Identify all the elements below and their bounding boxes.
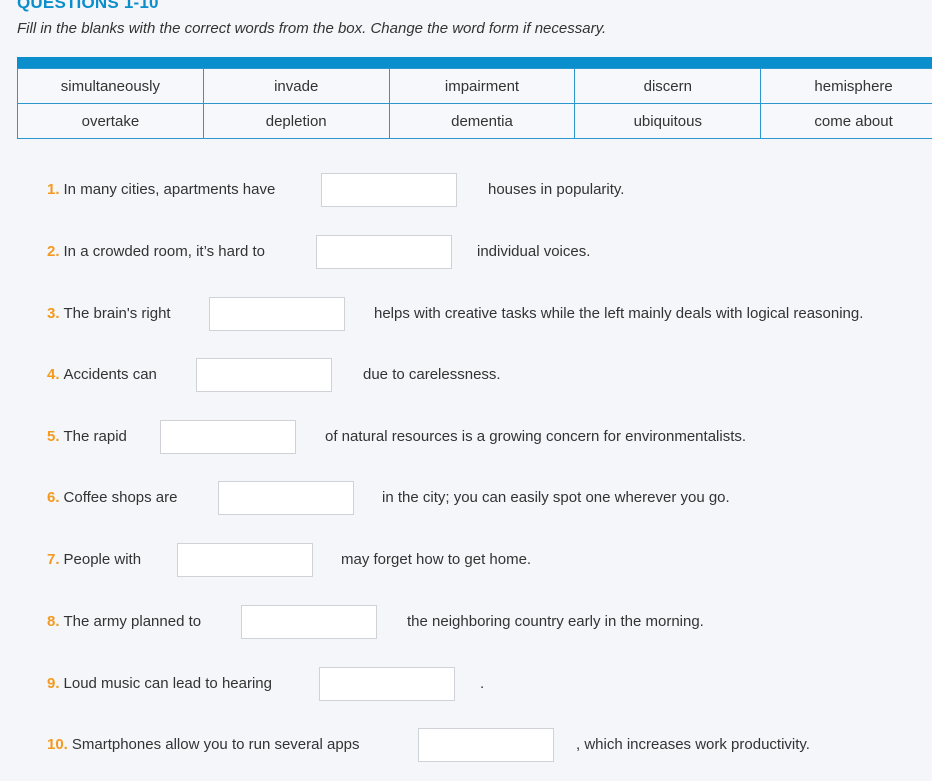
question-text-after: helps with creative tasks while the left… [374, 304, 864, 322]
question-number: 4. [47, 365, 60, 383]
question-number: 7. [47, 550, 60, 568]
question-text-after: individual voices. [477, 242, 591, 260]
word-cell: depletion [202, 103, 390, 139]
question-number: 3. [47, 304, 60, 322]
section-title: QUESTIONS 1-10 [17, 0, 159, 12]
answer-input-10[interactable] [418, 728, 554, 762]
question-text-before: Coffee shops are [63, 488, 178, 506]
question-5: 5. The rapid [47, 420, 127, 452]
answer-input-4[interactable] [196, 358, 332, 392]
question-number: 2. [47, 242, 60, 260]
question-text-before: The brain's right [63, 304, 171, 322]
question-number: 10. [47, 735, 68, 753]
question-6: 6. Coffee shops are [47, 481, 177, 513]
question-text-after: houses in popularity. [488, 180, 625, 198]
answer-input-8[interactable] [241, 605, 377, 639]
word-cell: dementia [388, 103, 576, 139]
question-text-before: People with [63, 550, 142, 568]
question-9: 9. Loud music can lead to hearing [47, 667, 272, 699]
question-text-before: Loud music can lead to hearing [63, 674, 272, 692]
question-text-before: The rapid [63, 427, 127, 445]
answer-input-5[interactable] [160, 420, 296, 454]
word-cell: invade [202, 68, 390, 104]
word-cell: discern [574, 68, 762, 104]
word-cell: come about [760, 103, 932, 139]
question-number: 5. [47, 427, 60, 445]
word-table: simultaneously invade impairment discern… [17, 68, 932, 139]
word-cell: impairment [388, 68, 576, 104]
question-text-after: due to carelessness. [363, 365, 501, 383]
question-number: 1. [47, 180, 60, 198]
word-cell: simultaneously [17, 68, 204, 104]
question-number: 9. [47, 674, 60, 692]
question-text-before: Smartphones allow you to run several app… [71, 735, 360, 753]
question-text-before: The army planned to [63, 612, 202, 630]
question-1: 1. In many cities, apartments have [47, 173, 275, 205]
question-text-before: Accidents can [63, 365, 157, 383]
answer-input-1[interactable] [321, 173, 457, 207]
question-text-after: of natural resources is a growing concer… [325, 427, 747, 445]
question-7: 7. People with [47, 543, 141, 575]
word-cell: overtake [17, 103, 204, 139]
answer-input-2[interactable] [316, 235, 452, 269]
answer-input-9[interactable] [319, 667, 455, 701]
word-box-header-bar [17, 57, 932, 68]
question-text-after: may forget how to get home. [341, 550, 532, 568]
question-text-after: in the city; you can easily spot one whe… [382, 488, 730, 506]
question-text-after: the neighboring country early in the mor… [407, 612, 704, 630]
question-text-after: . [480, 674, 485, 692]
question-text-before: In many cities, apartments have [63, 180, 276, 198]
instructions: Fill in the blanks with the correct word… [17, 20, 607, 37]
answer-input-3[interactable] [209, 297, 345, 331]
question-4: 4. Accidents can [47, 358, 157, 390]
answer-input-6[interactable] [218, 481, 354, 515]
question-8: 8. The army planned to [47, 605, 201, 637]
answer-input-7[interactable] [177, 543, 313, 577]
question-2: 2. In a crowded room, it’s hard to [47, 235, 265, 267]
question-number: 6. [47, 488, 60, 506]
word-cell: hemisphere [760, 68, 932, 104]
question-text-before: In a crowded room, it’s hard to [63, 242, 266, 260]
question-3: 3. The brain's right [47, 297, 171, 329]
question-text-after: , which increases work productivity. [576, 735, 810, 753]
question-10: 10. Smartphones allow you to run several … [47, 728, 360, 760]
question-number: 8. [47, 612, 60, 630]
word-cell: ubiquitous [574, 103, 762, 139]
word-box: simultaneously invade impairment discern… [17, 57, 932, 139]
